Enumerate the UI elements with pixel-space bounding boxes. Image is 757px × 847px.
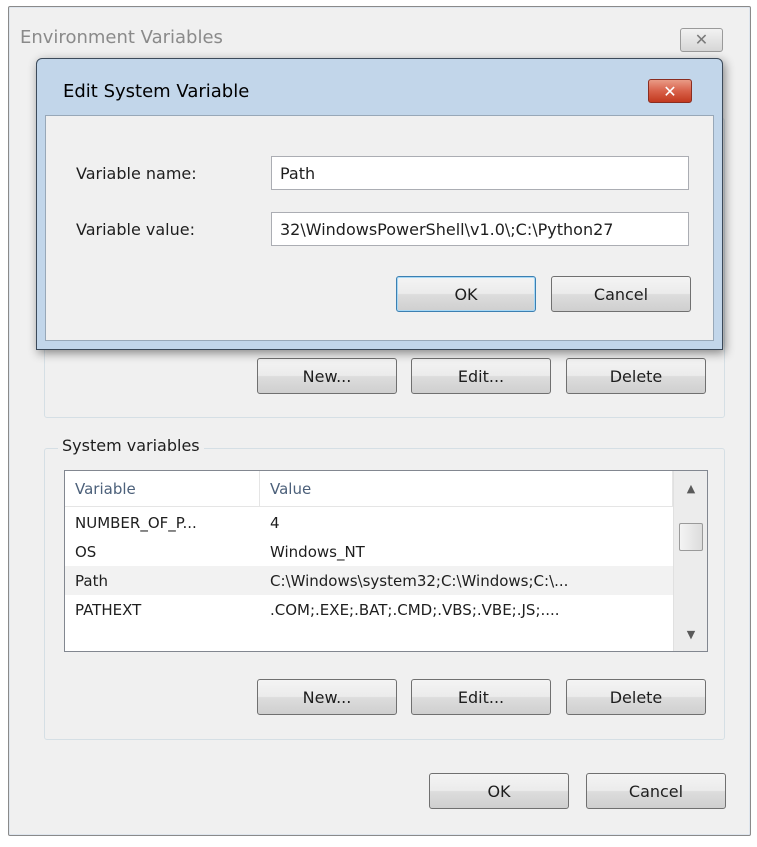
close-icon: ✕ <box>663 81 677 101</box>
vertical-scrollbar[interactable]: ▲ ▼ <box>673 471 707 651</box>
variable-value-label: Variable value: <box>76 220 195 239</box>
env-cancel-button[interactable]: Cancel <box>586 773 726 809</box>
variable-value-cell: 4 <box>270 514 280 532</box>
edit-system-variable-dialog: Edit System Variable ✕ Variable name: Pa… <box>36 58 723 350</box>
system-edit-button[interactable]: Edit... <box>411 679 551 715</box>
table-row[interactable]: NUMBER_OF_P... 4 <box>65 508 673 537</box>
system-variables-label: System variables <box>58 436 204 455</box>
variable-name-field[interactable]: Path <box>271 156 689 190</box>
scrollbar-thumb[interactable] <box>679 523 703 551</box>
edit-ok-button[interactable]: OK <box>396 276 536 312</box>
edit-close-button[interactable]: ✕ <box>648 79 692 103</box>
column-header-value[interactable]: Value <box>260 471 673 507</box>
variable-value-cell: C:\Windows\system32;C:\Windows;C:\... <box>270 572 569 590</box>
variable-name-cell: OS <box>75 543 97 561</box>
env-close-button[interactable]: ✕ <box>680 28 723 52</box>
variable-value-cell: .COM;.EXE;.BAT;.CMD;.VBS;.VBE;.JS;.... <box>270 601 560 619</box>
user-delete-button[interactable]: Delete <box>566 358 706 394</box>
scroll-up-icon[interactable]: ▲ <box>674 471 708 505</box>
variable-value-cell: Windows_NT <box>270 543 365 561</box>
variable-name-cell: NUMBER_OF_P... <box>75 514 197 532</box>
edit-cancel-button[interactable]: Cancel <box>551 276 691 312</box>
system-delete-button[interactable]: Delete <box>566 679 706 715</box>
environment-variables-title: Environment Variables <box>20 27 223 48</box>
variable-name-cell: PATHEXT <box>75 601 142 619</box>
close-icon: ✕ <box>694 30 709 49</box>
edit-dialog-title: Edit System Variable <box>63 81 250 102</box>
system-variables-list[interactable]: Variable Value NUMBER_OF_P... 4 OS Windo… <box>64 470 708 652</box>
user-new-button[interactable]: New... <box>257 358 397 394</box>
variable-name-label: Variable name: <box>76 164 197 183</box>
user-edit-button[interactable]: Edit... <box>411 358 551 394</box>
table-row-selected[interactable]: Path C:\Windows\system32;C:\Windows;C:\.… <box>65 566 673 595</box>
table-row[interactable]: OS Windows_NT <box>65 537 673 566</box>
variable-value-field[interactable]: 32\WindowsPowerShell\v1.0\;C:\Python27 <box>271 212 689 246</box>
table-row[interactable]: PATHEXT .COM;.EXE;.BAT;.CMD;.VBS;.VBE;.J… <box>65 595 673 624</box>
system-new-button[interactable]: New... <box>257 679 397 715</box>
variable-name-cell: Path <box>75 572 108 590</box>
edit-dialog-body: Variable name: Path Variable value: 32\W… <box>45 115 714 341</box>
column-header-variable[interactable]: Variable <box>65 471 260 507</box>
env-ok-button[interactable]: OK <box>429 773 569 809</box>
scroll-down-icon[interactable]: ▼ <box>674 617 708 651</box>
